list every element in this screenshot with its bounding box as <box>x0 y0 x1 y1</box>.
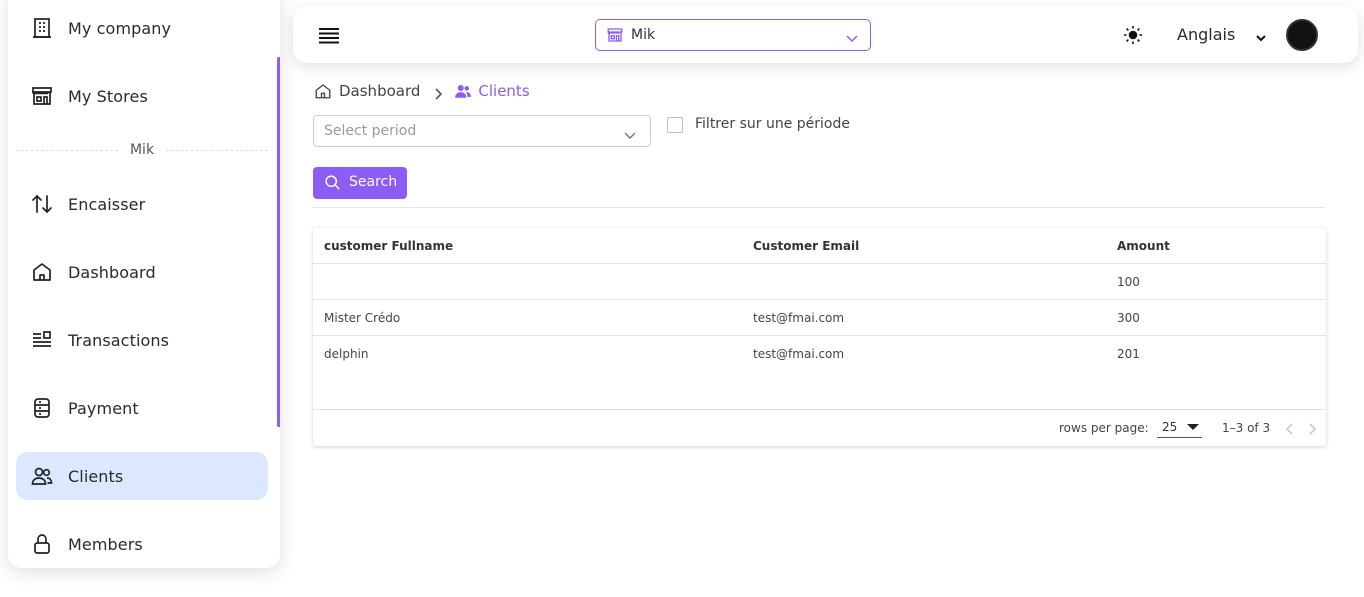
cell-amount: 100 <box>1117 275 1140 289</box>
arrows-up-down-icon <box>30 192 54 216</box>
period-select[interactable]: Select period <box>313 115 651 147</box>
table-row[interactable]: delphin test@fmai.com 201 <box>313 336 1326 372</box>
table-header-row: customer Fullname Customer Email Amount <box>313 228 1326 264</box>
sidebar-scrollbar[interactable] <box>277 57 280 427</box>
breadcrumb: Dashboard Clients <box>314 81 530 101</box>
lock-icon <box>30 532 54 556</box>
sidebar-item-label: Clients <box>68 466 124 486</box>
table-pagination: rows per page: 25 1–3 of 3 <box>313 409 1326 446</box>
caret-down-icon <box>1187 424 1199 430</box>
users-icon <box>30 464 54 488</box>
store-select-value: Mik <box>631 27 656 43</box>
sidebar-item-transactions[interactable]: Transactions <box>16 316 268 364</box>
rows-per-page-label: rows per page: <box>1059 421 1149 435</box>
sidebar-item-my-stores[interactable]: My Stores <box>16 72 268 120</box>
period-select-placeholder: Select period <box>324 123 417 139</box>
column-header-amount[interactable]: Amount <box>1117 239 1170 253</box>
breadcrumb-current: Clients <box>478 82 530 100</box>
home-icon <box>30 260 54 284</box>
period-filter-label: Filtrer sur une période <box>695 116 850 132</box>
building-icon <box>30 16 54 40</box>
table-row[interactable]: 100 <box>313 264 1326 300</box>
cell-fullname: delphin <box>324 347 369 361</box>
search-icon <box>325 175 340 190</box>
column-header-fullname[interactable]: customer Fullname <box>324 239 453 253</box>
rows-per-page-value: 25 <box>1162 420 1178 434</box>
sidebar-item-label: My company <box>68 18 172 38</box>
avatar[interactable] <box>1286 19 1318 51</box>
store-select[interactable]: Mik <box>595 19 871 51</box>
period-filter-checkbox[interactable] <box>667 117 683 133</box>
divider <box>313 207 1325 208</box>
menu-icon[interactable] <box>317 24 341 46</box>
topbar: Mik Anglais <box>293 6 1358 63</box>
sidebar-section-label: Mik <box>129 142 155 158</box>
chevron-left-icon[interactable] <box>1283 421 1297 435</box>
chevron-down-icon[interactable] <box>1255 29 1267 42</box>
sidebar-item-label: Encaisser <box>68 194 146 214</box>
sun-icon[interactable] <box>1122 24 1144 46</box>
column-header-email[interactable]: Customer Email <box>753 239 859 253</box>
chevron-right-icon <box>432 85 444 100</box>
pagination-range: 1–3 of 3 <box>1222 421 1271 435</box>
sidebar-item-label: Members <box>68 534 143 554</box>
search-button-label: Search <box>349 174 398 190</box>
sidebar-section-divider: Mik <box>16 140 268 160</box>
cell-amount: 300 <box>1117 311 1140 325</box>
search-button[interactable]: Search <box>313 167 407 199</box>
table-row[interactable]: Mister Crédo test@fmai.com 300 <box>313 300 1326 336</box>
sidebar-item-label: My Stores <box>68 86 148 106</box>
sidebar-item-label: Payment <box>68 398 139 418</box>
sidebar-item-label: Transactions <box>68 330 170 350</box>
sidebar: My company My Stores Mik Encaisser Dashb… <box>8 0 280 568</box>
sidebar-item-members[interactable]: Members <box>16 520 268 568</box>
users-icon <box>454 82 472 100</box>
sidebar-item-dashboard[interactable]: Dashboard <box>16 248 268 296</box>
cell-amount: 201 <box>1117 347 1140 361</box>
cell-email: test@fmai.com <box>753 311 845 325</box>
chevron-down-icon <box>624 126 636 139</box>
store-icon <box>606 26 624 44</box>
sidebar-item-encaisser[interactable]: Encaisser <box>16 180 268 228</box>
breadcrumb-dashboard-link[interactable]: Dashboard <box>339 82 420 100</box>
list-icon <box>30 328 54 352</box>
rows-per-page-select[interactable]: 25 <box>1157 418 1202 438</box>
language-select[interactable]: Anglais <box>1177 25 1235 44</box>
cell-email: test@fmai.com <box>753 347 845 361</box>
sidebar-item-label: Dashboard <box>68 262 156 282</box>
sidebar-item-payment[interactable]: Payment <box>16 384 268 432</box>
cell-fullname: Mister Crédo <box>324 311 401 325</box>
clients-table: customer Fullname Customer Email Amount … <box>313 228 1326 446</box>
sidebar-item-clients[interactable]: Clients <box>16 452 268 500</box>
sidebar-item-my-company[interactable]: My company <box>16 4 268 52</box>
home-icon <box>314 82 332 100</box>
store-icon <box>30 84 54 108</box>
database-icon <box>30 396 54 420</box>
chevron-down-icon <box>846 29 858 43</box>
chevron-right-icon[interactable] <box>1305 421 1319 435</box>
